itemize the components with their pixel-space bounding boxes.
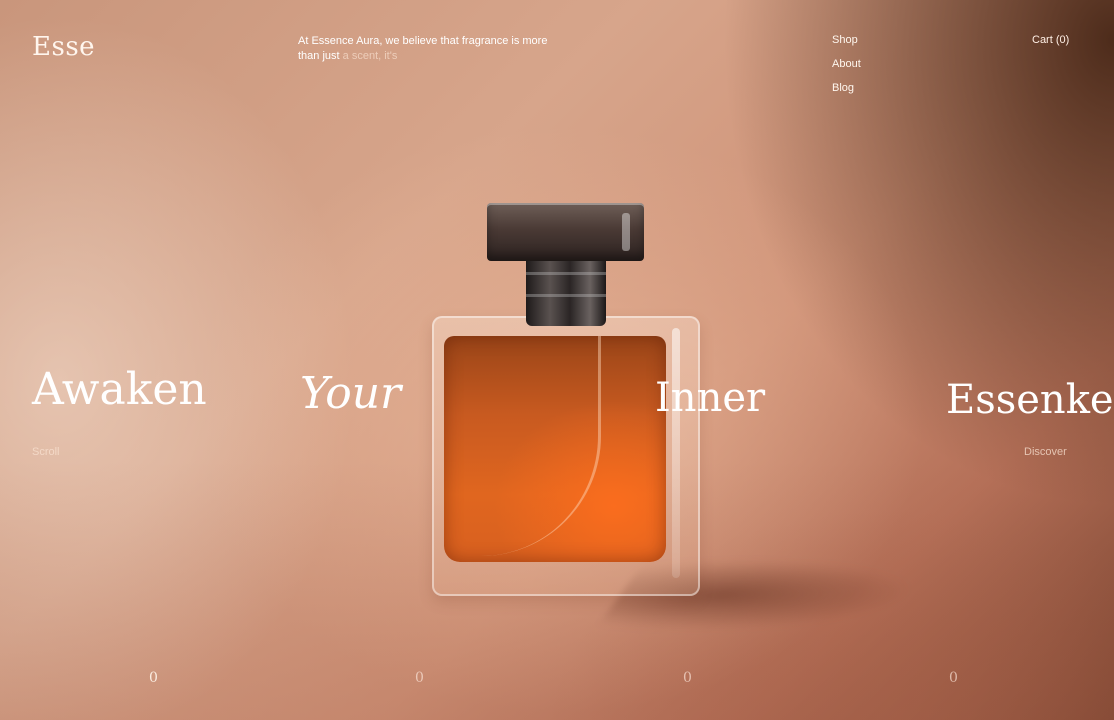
counter-4: 0: [949, 670, 958, 686]
intro-text: At Essence Aura, we believe that fragran…: [298, 34, 568, 64]
discover-link[interactable]: Discover: [1024, 446, 1067, 458]
cart-link[interactable]: Cart (0): [1032, 33, 1069, 47]
main-nav: Shop About Blog: [832, 33, 861, 95]
intro-text-faded: a scent, it's: [342, 50, 398, 62]
headline-word-your: Your: [300, 368, 402, 419]
counter-3: 0: [683, 670, 692, 686]
hero-page: Esse At Essence Aura, we believe that fr…: [0, 0, 1114, 720]
nav-item-blog[interactable]: Blog: [832, 81, 861, 95]
counter-2: 0: [415, 670, 424, 686]
neck-ring: [526, 294, 606, 297]
headline-word-essence: Essenke: [946, 377, 1114, 423]
headline-word-inner: Inner: [655, 375, 766, 421]
counter-1: 0: [149, 670, 158, 686]
scroll-link[interactable]: Scroll: [32, 446, 60, 458]
bottle-cap: [487, 203, 644, 261]
brand-logo[interactable]: Esse: [32, 32, 95, 62]
nav-item-shop[interactable]: Shop: [832, 33, 861, 47]
neck-ring: [526, 272, 606, 275]
nav-item-about[interactable]: About: [832, 57, 861, 71]
headline-word-awaken: Awaken: [32, 364, 207, 415]
intro-text-main: At Essence Aura, we believe that fragran…: [298, 35, 548, 62]
bottle-highlight: [672, 328, 680, 578]
